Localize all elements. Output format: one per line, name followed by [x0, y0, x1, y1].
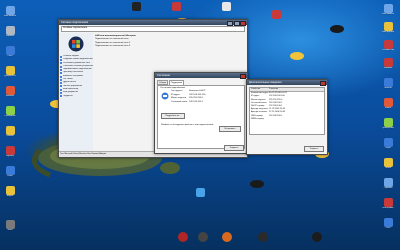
window-title: Сетевые подключения [61, 21, 89, 24]
close-button[interactable] [240, 20, 246, 26]
window-title: Состояние [157, 74, 170, 77]
network-icon [383, 218, 393, 227]
network-connection-icon [161, 92, 169, 100]
desktop-icon[interactable]: Мой компьютер [382, 4, 394, 22]
details-titlebar[interactable]: Дополнительные сведения [247, 80, 327, 86]
close-dialog-button[interactable]: Закрыть [304, 146, 324, 152]
app-icon [171, 2, 181, 11]
app-icon [5, 220, 15, 229]
desktop-icon[interactable] [170, 2, 182, 20]
desktop-icon[interactable]: Видео [4, 186, 16, 204]
app-icon [383, 198, 393, 207]
explorer-titlebar[interactable]: Сетевые подключения [59, 20, 247, 26]
app-icon [383, 178, 393, 187]
status-titlebar[interactable]: Состояние [155, 73, 247, 79]
opera-icon[interactable] [178, 232, 188, 242]
details-table: Свойство Значение Физический адрес 00-15-5… [249, 87, 325, 135]
desktop-icon[interactable]: Документы [4, 66, 16, 84]
details-dialog[interactable]: Дополнительные сведения Свойство Значение… [246, 79, 328, 155]
diagnostic-note: Windows не обнаружила проблем с этим под… [161, 124, 214, 126]
app-icon [383, 58, 393, 67]
task-pane: Сетевые задачи Создание нового подключен… [59, 33, 93, 151]
app-icon [5, 106, 15, 115]
desktop-icon[interactable]: Музыка [4, 146, 16, 164]
app-icon [383, 40, 393, 49]
desktop-icon[interactable]: Настройки [382, 198, 394, 216]
winamp-icon[interactable] [258, 232, 268, 242]
close-button[interactable] [320, 80, 326, 86]
desktop-icon[interactable]: Проводник [4, 106, 16, 124]
app-icon [5, 146, 15, 155]
desktop-icon[interactable]: Мои документы [382, 22, 394, 40]
desktop-icon[interactable]: Панель [4, 126, 16, 144]
app-icon [383, 98, 393, 107]
info-row: Основной шлюз 192.168.100.1 [171, 100, 203, 103]
icq-icon[interactable] [312, 232, 322, 242]
close-dialog-button[interactable]: Закрыть [224, 145, 244, 151]
desktop-icon[interactable]: Сеть [4, 46, 16, 64]
task-icon [60, 95, 62, 98]
task-item[interactable]: Подробно [59, 95, 93, 98]
status-dialog[interactable]: Состояние Общие Поддержка Состояние подк… [154, 72, 248, 154]
desktop-icon[interactable]: Блокнот [4, 86, 16, 104]
desktop-icon[interactable]: Справка [382, 178, 394, 196]
app-icon [271, 10, 281, 19]
skype-icon[interactable] [222, 232, 232, 242]
computer-icon [383, 4, 393, 13]
desktop-icon[interactable]: Сеть [382, 218, 394, 236]
desktop-icon[interactable]: Игры [4, 166, 16, 184]
desktop-icon[interactable] [270, 10, 282, 28]
desktop-icon[interactable] [130, 2, 142, 20]
connection-list: LAN или высокоскоростной Интернет Подклю… [95, 35, 245, 48]
folder-icon [5, 126, 15, 135]
app-icon [5, 86, 15, 95]
repair-button[interactable]: Исправить [219, 126, 241, 132]
desktop-icon[interactable]: Корзина [4, 26, 16, 44]
desktop-icon[interactable]: Internet [382, 78, 394, 96]
details-button[interactable]: Подробности... [161, 113, 185, 119]
computer-icon [5, 6, 15, 15]
app-icon [195, 188, 205, 197]
app-icon [5, 166, 15, 175]
maximize-button[interactable] [233, 20, 240, 26]
desktop-icon[interactable] [194, 188, 206, 206]
recycle-bin-icon [5, 26, 15, 35]
folder-icon [383, 22, 393, 31]
app-icon [383, 78, 393, 87]
desktop-icon[interactable]: Сетевое окружение [382, 40, 394, 58]
desktop-icon[interactable] [220, 2, 232, 20]
window-title: Дополнительные сведения [249, 81, 282, 84]
support-panel: Состояние подключения Тип адреса Назначен… [157, 85, 245, 149]
fish-image [290, 52, 304, 60]
app-icon [383, 118, 393, 127]
app-icon [383, 138, 393, 147]
folder-icon [5, 66, 15, 75]
folder-icon [383, 158, 393, 167]
windows-logo-icon [68, 36, 84, 52]
app-icon [221, 2, 231, 11]
network-icon [5, 46, 15, 55]
minimize-button[interactable] [227, 20, 233, 26]
list-item[interactable]: Подключение по локальной сети 3 [95, 45, 245, 48]
fish-image [250, 180, 264, 188]
fish-image [330, 25, 344, 33]
desktop-icon[interactable]: Игры [382, 138, 394, 156]
app-icon [131, 2, 141, 11]
nero-icon[interactable] [198, 232, 208, 242]
desktop-icon[interactable]: Фото [4, 220, 16, 238]
desktop-icon[interactable]: Мой компьютер [4, 6, 16, 24]
desktop-icon[interactable]: Media [382, 98, 394, 116]
desktop-icon[interactable]: Поиск [382, 158, 394, 176]
desktop-icon[interactable]: Проигрыватель [382, 118, 394, 136]
folder-icon [5, 186, 15, 195]
table-row[interactable]: WINS-сервер [250, 118, 324, 121]
desktop-icon[interactable]: Корзина [382, 58, 394, 76]
address-bar[interactable]: Сетевые подключения [61, 26, 245, 32]
